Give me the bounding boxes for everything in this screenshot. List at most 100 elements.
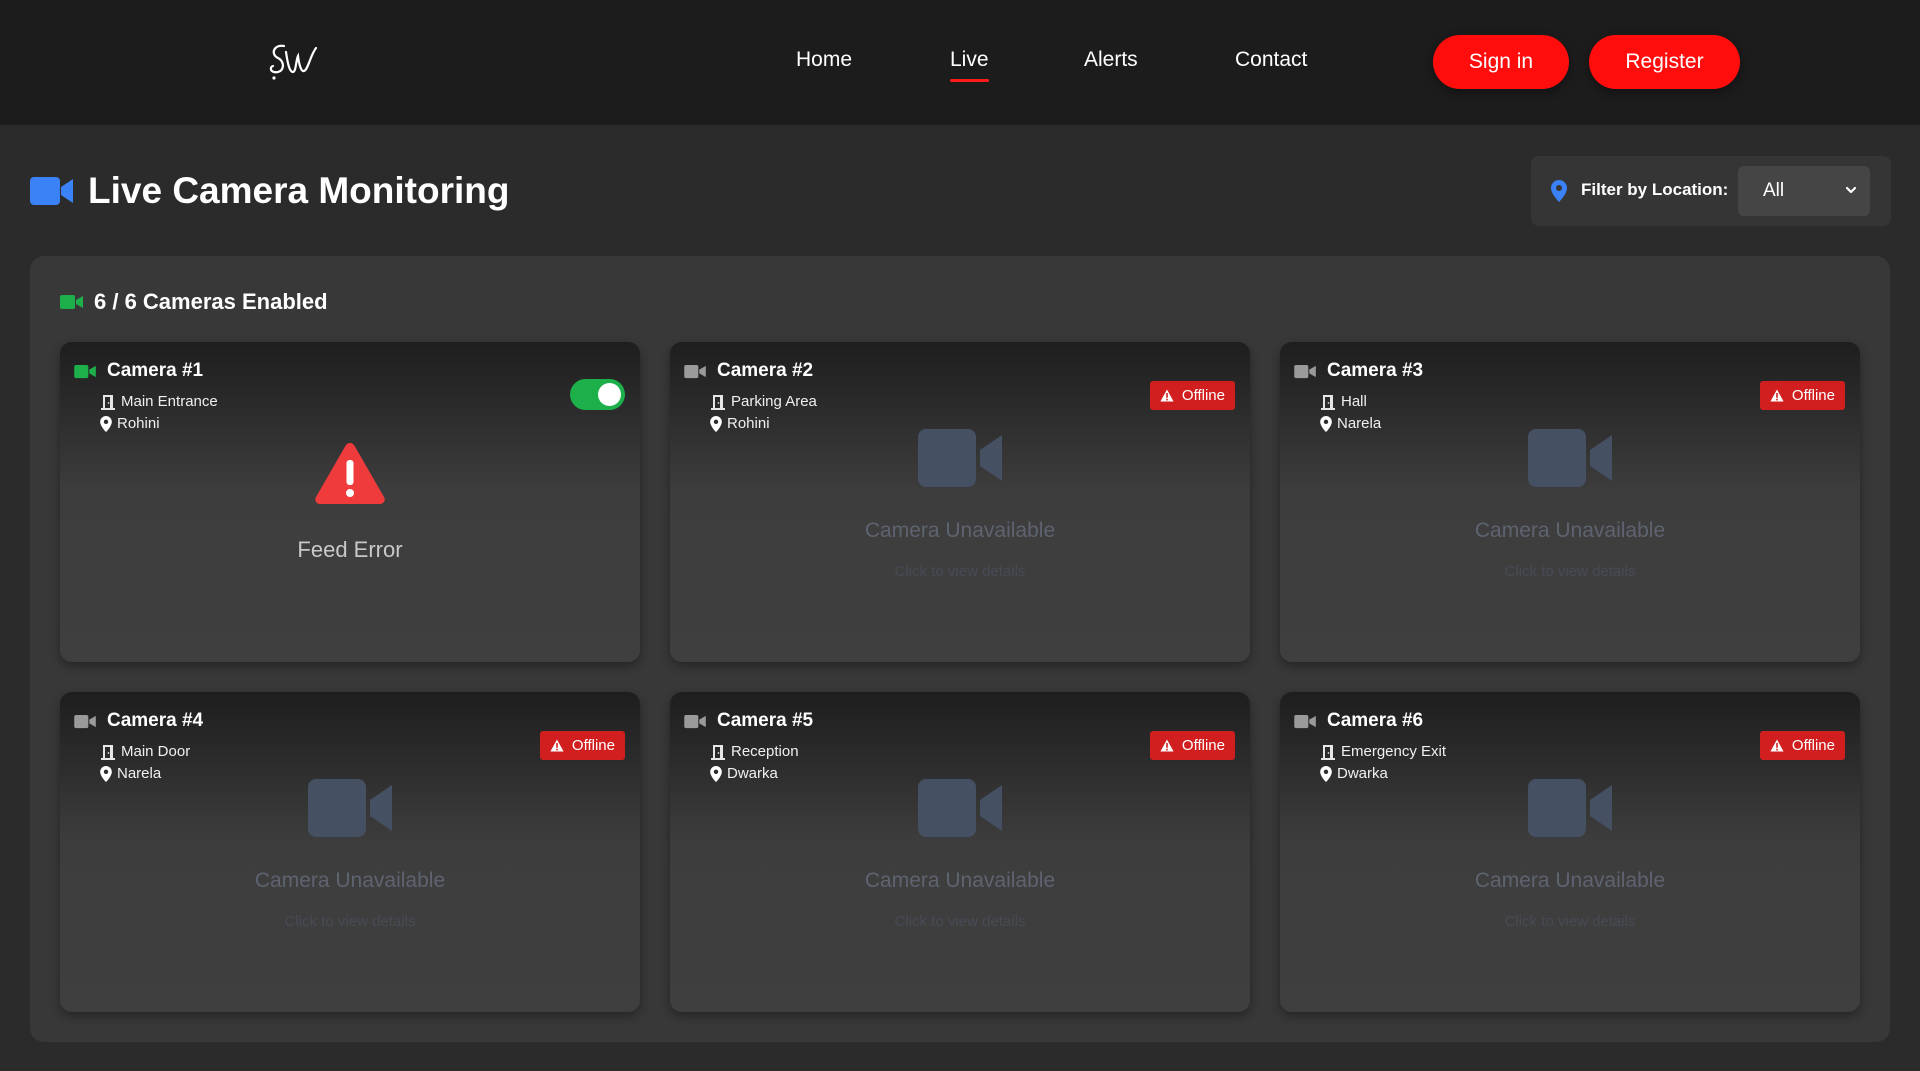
video-camera-icon: [74, 714, 96, 728]
video-camera-icon: [1528, 429, 1612, 487]
view-details-hint[interactable]: Click to view details: [670, 913, 1250, 930]
location-filter: Filter by Location: All: [1531, 156, 1891, 226]
camera-unavailable-text: Camera Unavailable: [1474, 519, 1666, 542]
nav-alerts[interactable]: Alerts: [1084, 48, 1138, 72]
camera-location: Dwarka: [710, 765, 778, 782]
top-navbar: Home Live Alerts Contact Sign in Registe…: [0, 0, 1920, 125]
camera-title-row: Camera #5: [684, 710, 813, 732]
camera-location-label: Narela: [117, 765, 162, 782]
nav-home[interactable]: Home: [796, 48, 852, 72]
nav-live[interactable]: Live: [950, 48, 989, 82]
camera-title: Camera #5: [717, 710, 814, 731]
camera-unavailable-text: Camera Unavailable: [864, 519, 1056, 542]
camera-card-4[interactable]: Camera #4 Main Door Narela Offline Camera Un…: [60, 692, 640, 1012]
camera-area-label: Reception: [731, 743, 799, 760]
page-header: Live Camera Monitoring: [30, 170, 509, 212]
camera-card-5[interactable]: Camera #5 Reception Dwarka Offline Camera Un…: [670, 692, 1250, 1012]
camera-enable-toggle[interactable]: [570, 379, 625, 410]
camera-location-label: Rohini: [117, 415, 160, 432]
camera-location: Rohini: [100, 415, 160, 432]
camera-unavailable-text: Camera Unavailable: [864, 869, 1056, 892]
door-icon: [711, 744, 725, 760]
offline-badge-label: Offline: [571, 737, 615, 754]
video-camera-icon: [74, 364, 96, 378]
view-details-hint[interactable]: Click to view details: [60, 913, 640, 930]
location-pin-icon: [100, 765, 112, 782]
view-details-hint[interactable]: Click to view details: [1280, 563, 1860, 580]
camera-area-label: Emergency Exit: [1341, 743, 1447, 760]
camera-area: Main Door: [100, 743, 190, 760]
offline-badge-label: Offline: [1181, 387, 1225, 404]
register-button[interactable]: Register: [1589, 35, 1740, 89]
camera-area: Parking Area: [710, 393, 817, 410]
location-pin-icon: [100, 415, 112, 432]
chevron-down-icon: [1845, 186, 1857, 194]
video-camera-icon: [918, 779, 1002, 837]
camera-unavailable-text: Camera Unavailable: [254, 869, 446, 892]
camera-location: Narela: [1320, 415, 1381, 432]
camera-area-label: Parking Area: [731, 393, 817, 410]
location-pin-icon: [710, 765, 722, 782]
video-camera-icon: [60, 295, 83, 309]
camera-location: Rohini: [710, 415, 770, 432]
offline-badge-label: Offline: [1791, 737, 1835, 754]
view-details-hint[interactable]: Click to view details: [670, 563, 1250, 580]
camera-title-row: Camera #6: [1294, 710, 1423, 732]
video-camera-icon: [1294, 364, 1316, 378]
camera-title-row: Camera #2: [684, 360, 813, 382]
camera-title: Camera #3: [1327, 360, 1424, 381]
camera-location: Narela: [100, 765, 161, 782]
door-icon: [101, 744, 115, 760]
camera-card-2[interactable]: Camera #2 Parking Area Rohini Offline Camera…: [670, 342, 1250, 662]
view-details-hint[interactable]: Click to view details: [1280, 913, 1860, 930]
video-camera-icon: [1294, 714, 1316, 728]
camera-location-label: Dwarka: [727, 765, 778, 782]
camera-area: Main Entrance: [100, 393, 218, 410]
door-icon: [1321, 394, 1335, 410]
camera-area-label: Main Entrance: [121, 393, 218, 410]
warning-triangle-icon: [1770, 739, 1784, 752]
location-pin-icon: [1320, 415, 1332, 432]
offline-badge: Offline: [539, 731, 625, 760]
warning-triangle-icon: [1160, 389, 1174, 402]
feed-error-text: Feed Error: [297, 537, 403, 562]
camera-card-3[interactable]: Camera #3 Hall Narela Offline Camera Unavail…: [1280, 342, 1860, 662]
filter-label: Filter by Location:: [1581, 180, 1729, 199]
location-pin-icon: [1551, 180, 1567, 202]
video-camera-icon: [918, 429, 1002, 487]
location-select[interactable]: All: [1738, 166, 1870, 216]
camera-location-label: Rohini: [727, 415, 770, 432]
camera-location-label: Narela: [1337, 415, 1382, 432]
camera-card-6[interactable]: Camera #6 Emergency Exit Dwarka Offline Came…: [1280, 692, 1860, 1012]
cameras-enabled-count: 6 / 6 Cameras Enabled: [94, 289, 328, 314]
camera-location: Dwarka: [1320, 765, 1388, 782]
nav-contact[interactable]: Contact: [1235, 48, 1307, 72]
warning-triangle-icon: [1770, 389, 1784, 402]
camera-title: Camera #2: [717, 360, 814, 381]
camera-title: Camera #4: [107, 710, 204, 731]
camera-title-row: Camera #3: [1294, 360, 1423, 382]
video-camera-icon: [30, 177, 73, 205]
camera-card-1[interactable]: Camera #1 Main Entrance Rohini Feed Erro…: [60, 342, 640, 662]
logo-icon[interactable]: [264, 38, 320, 84]
camera-area-label: Hall: [1341, 393, 1367, 410]
offline-badge-label: Offline: [1791, 387, 1835, 404]
location-pin-icon: [710, 415, 722, 432]
door-icon: [711, 394, 725, 410]
camera-location-label: Dwarka: [1337, 765, 1388, 782]
camera-area: Hall: [1320, 393, 1367, 410]
video-camera-icon: [308, 779, 392, 837]
warning-triangle-icon: [1160, 739, 1174, 752]
camera-unavailable-text: Camera Unavailable: [1474, 869, 1666, 892]
offline-badge: Offline: [1759, 731, 1845, 760]
camera-area-label: Main Door: [121, 743, 191, 760]
offline-badge: Offline: [1759, 381, 1845, 410]
camera-title-row: Camera #4: [74, 710, 203, 732]
warning-triangle-icon: [315, 443, 385, 504]
offline-badge: Offline: [1149, 381, 1235, 410]
toggle-knob: [598, 383, 621, 406]
sign-in-button[interactable]: Sign in: [1433, 35, 1569, 89]
camera-area: Reception: [710, 743, 799, 760]
camera-title-row: Camera #1: [74, 360, 203, 382]
video-camera-icon: [684, 714, 706, 728]
